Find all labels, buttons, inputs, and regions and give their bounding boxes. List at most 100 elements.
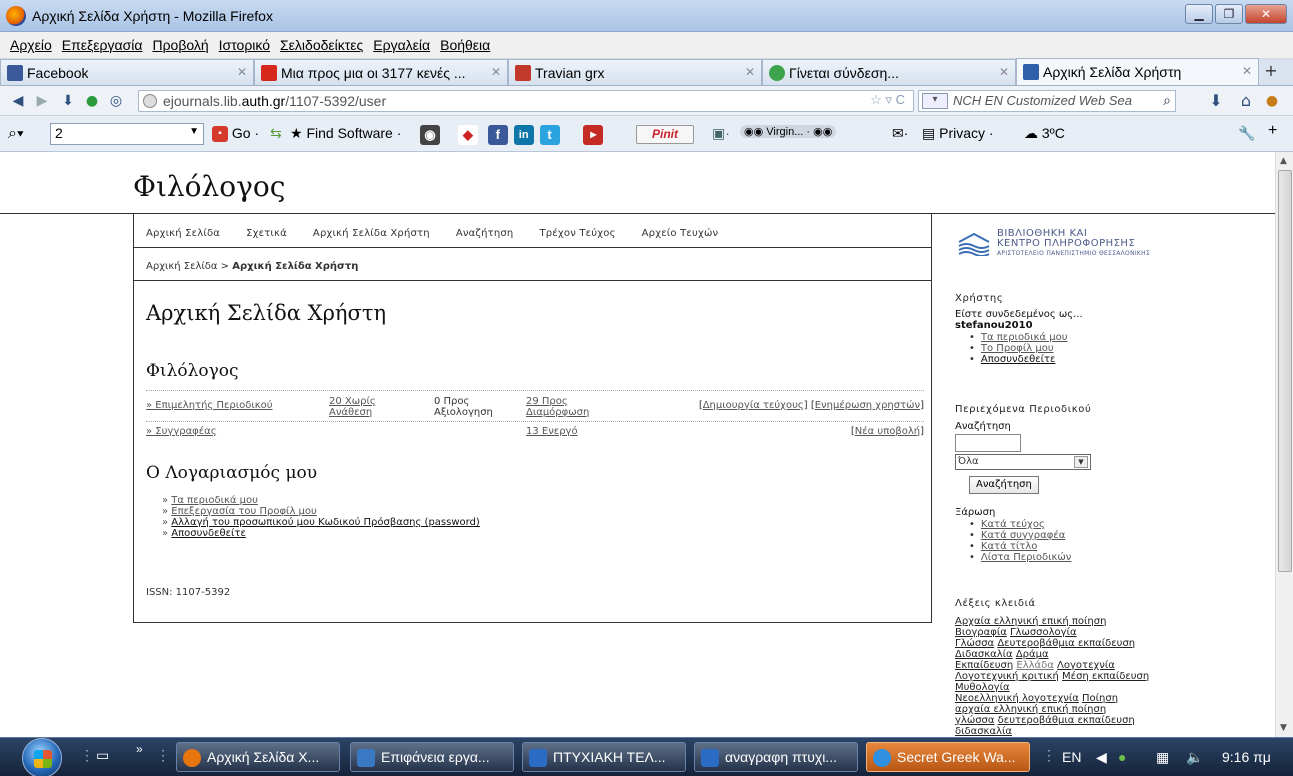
keyword-link[interactable]: Εκπαίδευση: [955, 660, 1013, 671]
menu-bookmarks[interactable]: Σελιδοδείκτες: [280, 37, 363, 53]
keyword-link[interactable]: γλώσσα: [955, 715, 994, 726]
bookmark-star-icon[interactable]: ☆ ▿ C: [870, 92, 905, 108]
edit-profile-link[interactable]: Επεξεργασία του Προφίλ μου: [171, 506, 317, 517]
go-button[interactable]: ▪ Go ·: [212, 125, 259, 143]
start-button[interactable]: [22, 738, 62, 776]
maximize-button[interactable]: ❐: [1215, 4, 1243, 24]
in-editing-link[interactable]: 29 Προς Διαμόρφωση: [526, 396, 589, 418]
keyword-link[interactable]: Δράμα: [1016, 649, 1049, 660]
taskbar-word-thesis[interactable]: ΠΤΥΧΙΑΚΗ ΤΕΛ...: [522, 742, 686, 772]
active-submissions-link[interactable]: 13 Ενεργό: [526, 426, 578, 437]
network-icon[interactable]: ▦: [1156, 749, 1169, 766]
tab-user-home[interactable]: Αρχική Σελίδα Χρήστη ✕: [1016, 58, 1259, 85]
weather-widget[interactable]: ☁ 3ºC: [1024, 125, 1065, 142]
arrows-icon[interactable]: ⇆: [270, 125, 282, 142]
search-scope-select[interactable]: Όλα ▼: [955, 454, 1091, 470]
privacy-button[interactable]: ▤ Privacy ·: [922, 125, 994, 142]
keyword-link[interactable]: Λογοτεχνική κριτική: [955, 671, 1059, 682]
sidebar-search-button[interactable]: Αναζήτηση: [969, 476, 1039, 494]
keyword-link[interactable]: Μυθολογία: [955, 682, 1010, 693]
menu-tools[interactable]: Εργαλεία: [373, 37, 430, 53]
keyword-link[interactable]: Μέση εκπαίδευση: [1062, 671, 1149, 682]
home-icon[interactable]: ⌂: [1238, 93, 1254, 109]
mail-icon[interactable]: ✉·: [892, 125, 908, 142]
keyword-link[interactable]: δευτεροβάθμια εκπαίδευση: [998, 715, 1135, 726]
add-toolbar-icon[interactable]: +: [1268, 122, 1277, 140]
back-icon[interactable]: ◀: [10, 93, 26, 109]
search-icon[interactable]: ⌕: [1163, 92, 1171, 109]
new-submission-link[interactable]: Νέα υποβολή: [855, 426, 920, 437]
sidebar-profile-link[interactable]: Το Προφίλ μου: [981, 343, 1054, 354]
keyword-link[interactable]: Ελλάδα: [1016, 660, 1053, 671]
new-tab-button[interactable]: +: [1259, 59, 1283, 85]
addon-icon[interactable]: ●: [1264, 93, 1280, 109]
notify-users-link[interactable]: Ενημέρωση χρηστών: [815, 400, 920, 411]
play-vids-icon[interactable]: ▶: [583, 125, 604, 145]
role-author-link[interactable]: » Συγγραφέας: [146, 426, 217, 437]
journals-list-link[interactable]: Λίστα Περιοδικών: [981, 552, 1071, 563]
keyword-link[interactable]: Αρχαία ελληνική επική ποίηση: [955, 616, 1106, 627]
taskbar-desktop[interactable]: Επιφάνεια εργα...: [350, 742, 514, 772]
url-bar[interactable]: ejournals.lib.auth.gr/1107-5392/user ☆ ▿…: [138, 90, 914, 112]
screen-icon[interactable]: ▣·: [712, 125, 730, 142]
tab-close-icon[interactable]: ✕: [745, 65, 755, 79]
browse-by-author-link[interactable]: Κατά συγγραφέα: [981, 530, 1065, 541]
tab-close-icon[interactable]: ✕: [1242, 64, 1252, 78]
volume-icon[interactable]: 🔈: [1186, 749, 1203, 766]
role-editor-link[interactable]: » Επιμελητής Περιοδικού: [146, 400, 273, 411]
dice-icon[interactable]: ◆: [457, 125, 478, 145]
keyword-link[interactable]: Γλώσσα: [955, 638, 994, 649]
scroll-up-icon[interactable]: ▲: [1280, 156, 1287, 166]
wrench-icon[interactable]: 🔧: [1238, 125, 1255, 142]
tab-news[interactable]: Μια προς μια οι 3177 κενές ... ✕: [254, 59, 508, 85]
site-title[interactable]: Φιλόλογος: [133, 170, 285, 203]
taskbar-word-record[interactable]: αναγραφη πτυχι...: [694, 742, 858, 772]
minimize-button[interactable]: ▁: [1185, 4, 1213, 24]
menu-help[interactable]: Βοήθεια: [440, 37, 490, 53]
nav-about[interactable]: Σχετικά: [246, 228, 287, 239]
menu-edit[interactable]: Επεξεργασία: [62, 37, 143, 53]
menu-view[interactable]: Προβολή: [152, 37, 208, 53]
more-launch-icon[interactable]: »: [136, 742, 143, 756]
linkedin-icon[interactable]: in: [513, 125, 534, 145]
my-journals-link[interactable]: Τα περιοδικά μου: [171, 495, 258, 506]
keyword-link[interactable]: Βιογραφία: [955, 627, 1007, 638]
close-button[interactable]: ✕: [1245, 4, 1287, 24]
page-scrollbar[interactable]: ▲ ▼: [1275, 152, 1293, 737]
keyword-link[interactable]: Δευτεροβάθμια εκπαίδευση: [997, 638, 1135, 649]
scope-icon[interactable]: ◎: [108, 93, 124, 109]
browse-by-issue-link[interactable]: Κατά τεύχος: [981, 519, 1045, 530]
keyword-link[interactable]: διδασκαλία: [955, 726, 1012, 737]
tab-close-icon[interactable]: ✕: [999, 65, 1009, 79]
language-indicator[interactable]: EN: [1062, 749, 1081, 765]
radio-player[interactable]: ◉◉ Virgin... · ◉◉: [740, 125, 837, 138]
pinit-button[interactable]: Pinit: [636, 125, 694, 144]
tab-travian[interactable]: Travian grx ✕: [508, 59, 762, 85]
menu-history[interactable]: Ιστορικό: [219, 37, 270, 53]
breadcrumb-current[interactable]: Αρχική Σελίδα Χρήστη: [232, 261, 358, 272]
change-password-link[interactable]: Αλλαγή του προσωπικού μου Κωδικού Πρόσβα…: [171, 517, 480, 528]
keyword-link[interactable]: Λογοτεχνία: [1057, 660, 1115, 671]
download-icon[interactable]: ⬇: [60, 93, 76, 109]
twitter-icon[interactable]: t: [539, 125, 560, 145]
nav-user-home[interactable]: Αρχική Σελίδα Χρήστη: [313, 228, 430, 239]
taskbar-secret-greek[interactable]: Secret Greek Wa...: [866, 742, 1030, 772]
tray-app-icon[interactable]: ●: [1118, 749, 1126, 765]
nav-search[interactable]: Αναζήτηση: [456, 228, 514, 239]
browse-by-title-link[interactable]: Κατά τίτλο: [981, 541, 1037, 552]
tab-close-icon[interactable]: ✕: [491, 65, 501, 79]
tab-connecting[interactable]: Γίνεται σύνδεση... ✕: [762, 59, 1016, 85]
tab-close-icon[interactable]: ✕: [237, 65, 247, 79]
search-engine-icon[interactable]: ▾: [922, 93, 948, 109]
owl-icon[interactable]: ◉: [420, 125, 440, 145]
tab-facebook[interactable]: Facebook ✕: [0, 59, 254, 85]
sidebar-my-journals-link[interactable]: Τα περιοδικά μου: [981, 332, 1068, 343]
create-issue-link[interactable]: Δημιουργία τεύχους: [703, 400, 804, 411]
downloads-icon[interactable]: ⬇: [1208, 93, 1224, 109]
home-green-icon[interactable]: ●: [84, 93, 100, 109]
tray-expand-icon[interactable]: ◀: [1096, 749, 1107, 766]
library-logo[interactable]: ΒΙΒΛΙΟΘΗΚΗ ΚΑΙ ΚΕΝΤΡΟ ΠΛΗΡΟΦΟΡΗΣΗΣ ΑΡΙΣΤ…: [955, 222, 1165, 264]
taskbar-firefox[interactable]: Αρχική Σελίδα Χ...: [176, 742, 340, 772]
search-magnifier-icon[interactable]: ⌕▾: [8, 125, 24, 143]
site-identity-icon[interactable]: [143, 94, 157, 108]
